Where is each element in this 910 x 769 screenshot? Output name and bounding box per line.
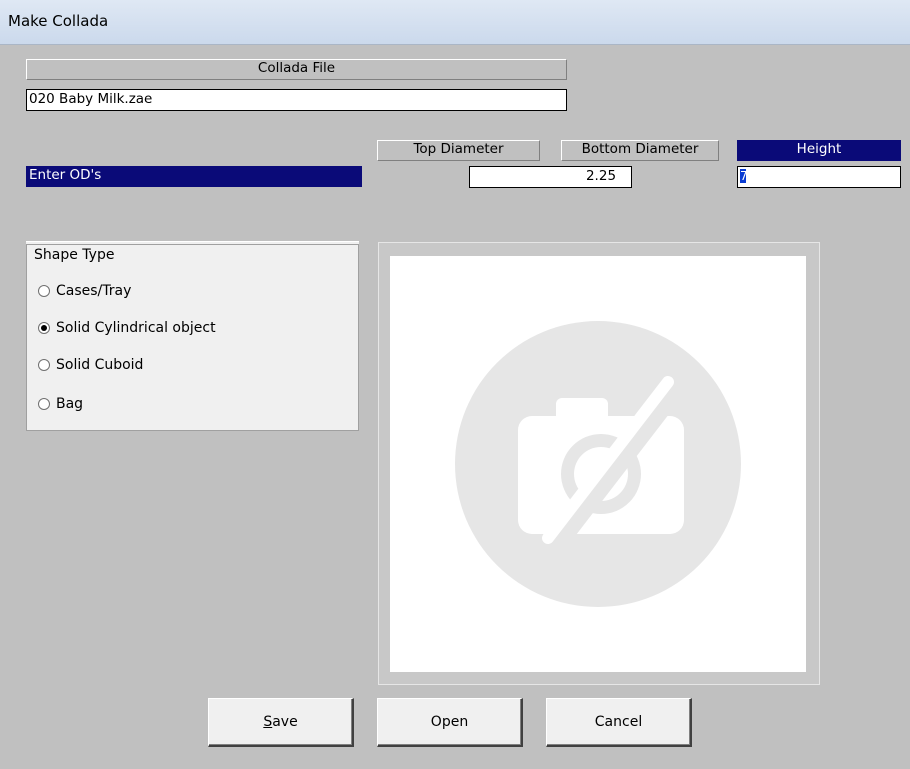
collada-file-field[interactable]: 020 Baby Milk.zae [26, 89, 567, 111]
radio-button-selected-icon [38, 322, 50, 334]
open-button[interactable]: Open [377, 698, 523, 747]
cancel-button[interactable]: Cancel [546, 698, 692, 747]
save-label: ave [272, 714, 298, 730]
top-diameter-header: Top Diameter [377, 140, 540, 161]
window-title: Make Collada [8, 12, 109, 30]
height-header: Height [737, 140, 901, 161]
radio-label: Bag [56, 396, 84, 412]
radio-button-icon [38, 398, 50, 410]
height-value: 7 [740, 169, 748, 183]
radio-label: Solid Cuboid [56, 357, 144, 373]
height-field[interactable]: 7 [737, 166, 901, 188]
collada-file-header: Collada File [26, 59, 567, 80]
preview-image-area [390, 256, 806, 672]
title-bar[interactable]: Make Collada [0, 0, 910, 45]
shape-type-title: Shape Type [32, 247, 117, 263]
radio-solid-cylindrical[interactable]: Solid Cylindrical object [38, 320, 216, 336]
no-image-camera-icon [455, 321, 741, 607]
save-mnemonic: S [263, 714, 273, 730]
enter-od-label: Enter OD's [26, 166, 362, 187]
radio-button-icon [38, 285, 50, 297]
make-collada-window: Make Collada Collada File 020 Baby Milk.… [0, 0, 910, 769]
bottom-diameter-value: 2.25 [585, 168, 617, 184]
radio-bag[interactable]: Bag [38, 396, 83, 412]
save-button[interactable]: Save [208, 698, 354, 747]
radio-label: Solid Cylindrical object [56, 320, 216, 336]
radio-label: Cases/Tray [56, 283, 132, 299]
bottom-diameter-header: Bottom Diameter [561, 140, 719, 161]
radio-solid-cuboid[interactable]: Solid Cuboid [38, 357, 143, 373]
radio-button-icon [38, 359, 50, 371]
radio-cases-tray[interactable]: Cases/Tray [38, 283, 131, 299]
diameter-field[interactable]: 2.25 [469, 166, 632, 188]
